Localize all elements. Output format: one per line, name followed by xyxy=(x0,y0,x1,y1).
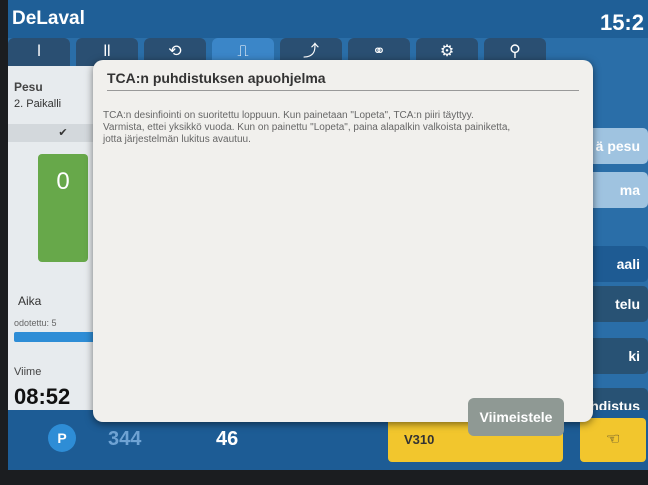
last-time: 08:52 xyxy=(14,384,71,409)
dialog-message-line2: Varmista, ettei yksikkö vuoda. Kun on pa… xyxy=(103,122,511,133)
count-2: 46 xyxy=(216,428,239,450)
tank-value: 0 xyxy=(56,168,70,195)
panel-title: Pesu xyxy=(14,80,43,94)
viime-label: Viime xyxy=(14,366,42,378)
top-bar: DeLaval 15:2 xyxy=(8,0,648,38)
dialog-message-line3: jotta järjestelmän lukitus avautuu. xyxy=(103,134,251,145)
dialog-message-line1: TCA:n desinfiointi on suoritettu loppuun… xyxy=(103,110,474,121)
brand-logo: DeLaval xyxy=(12,8,85,29)
tab-1[interactable]: Ɩ xyxy=(8,38,70,66)
tca-cleaning-dialog: TCA:n puhdistuksen apuohjelma TCA:n desi… xyxy=(93,60,593,436)
dialog-divider xyxy=(107,90,579,91)
dialog-title: TCA:n puhdistuksen apuohjelma xyxy=(107,70,326,86)
dialog-message: TCA:n desinfiointi on suoritettu loppuun… xyxy=(103,110,581,146)
clock: 15:2 xyxy=(599,10,644,35)
p-button[interactable]: P xyxy=(48,424,76,452)
hand-icon[interactable]: ☜ xyxy=(580,418,646,462)
count-1: 344 xyxy=(108,428,142,450)
finish-button[interactable]: Viimeistele xyxy=(468,398,564,436)
aika-label: Aika xyxy=(18,294,42,308)
wash-tank-tile[interactable]: 0 xyxy=(38,154,88,262)
expected-time: odotettu: 5 xyxy=(14,318,57,328)
device-screen: DeLaval 15:2 Ɩ ƖƖ ⟲ ⎍ ⤴ ⚭ ⚙ ⚲ Pesu 2. Pa… xyxy=(8,0,648,470)
panel-subtitle: 2. Paikalli xyxy=(14,98,62,110)
